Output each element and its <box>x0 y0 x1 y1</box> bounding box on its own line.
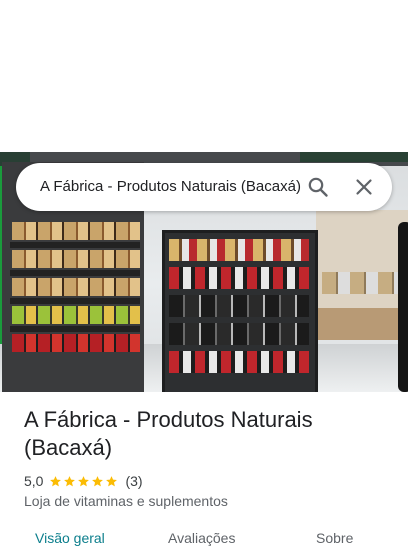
photo-gondola <box>162 230 318 392</box>
rating-value: 5,0 <box>24 473 44 489</box>
photo-jar-row <box>12 250 140 268</box>
photo-right-shelf <box>316 210 408 340</box>
photo-product-band <box>169 295 309 317</box>
place-category: Loja de vitaminas e suplementos <box>24 493 228 509</box>
photo-sacks <box>322 272 404 294</box>
search-icon <box>308 177 328 197</box>
photo-shelf-row <box>10 270 140 276</box>
photo-product-band <box>169 323 309 345</box>
photo-product-band <box>169 267 309 289</box>
place-tabs: Visão geral Avaliações Sobre <box>0 530 408 550</box>
star-icon <box>92 475 104 486</box>
photo-jar-row <box>12 222 140 240</box>
photo-product-band <box>169 239 309 261</box>
place-title: A Fábrica - Produtos Naturais (Bacaxá) <box>24 407 313 460</box>
photo-shelf-row <box>10 326 140 332</box>
photo-jar-row <box>12 278 140 296</box>
search-button[interactable] <box>302 171 334 203</box>
photo-counter <box>316 308 408 340</box>
photo-jar-row <box>12 334 140 352</box>
photo-jar-row <box>12 306 140 324</box>
close-icon <box>356 179 372 195</box>
star-icon <box>50 475 62 486</box>
review-count[interactable]: (3) <box>125 473 142 489</box>
star-icon <box>64 475 76 486</box>
search-input[interactable]: A Fábrica - Produtos Naturais (Bacaxá) <box>40 163 304 211</box>
photo-product-band <box>169 351 309 373</box>
photo-shelf-row <box>10 242 140 248</box>
clear-search-button[interactable] <box>348 171 380 203</box>
star-icon <box>106 475 118 486</box>
photo-shelf-row <box>10 298 140 304</box>
star-icon <box>78 475 90 486</box>
search-bar[interactable]: A Fábrica - Produtos Naturais (Bacaxá) <box>16 163 392 211</box>
rating-row[interactable]: 5,0 (3) <box>24 472 143 490</box>
photo-person <box>398 222 408 392</box>
star-rating <box>49 475 119 488</box>
